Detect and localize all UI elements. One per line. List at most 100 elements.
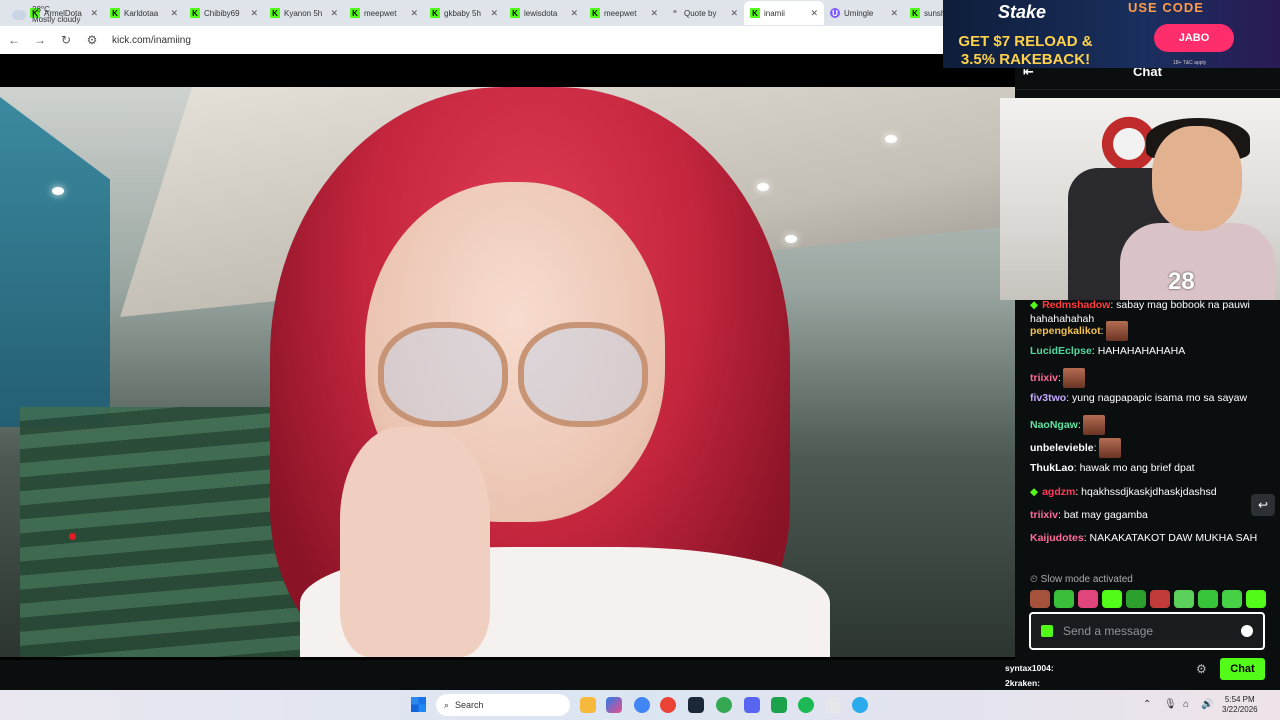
close-tab-icon[interactable]: ✕ (410, 8, 418, 19)
spotify-icon[interactable] (798, 697, 814, 713)
site-info-icon[interactable]: ⚙ (86, 33, 98, 47)
chat-settings-icon[interactable]: ⚙ (1196, 662, 1207, 676)
browser-tab[interactable]: Kinamii ✕ (744, 1, 824, 25)
discord-icon[interactable] (744, 697, 760, 713)
microphone-icon[interactable]: 🎙 (1164, 699, 1177, 710)
emote-icon[interactable] (1174, 590, 1194, 608)
chat-message: LucidEclpse: HAHAHAHAHAHA (1030, 344, 1275, 358)
jersey (1120, 223, 1275, 300)
tab-title: meepwet (604, 8, 637, 18)
emote-icon[interactable] (1078, 590, 1098, 608)
browser-tab[interactable]: Kmeepwet ✕ (344, 1, 424, 25)
clock-time: 5:54 PM (1224, 695, 1255, 704)
forward-icon[interactable]: → (34, 33, 46, 47)
chrome-icon[interactable] (716, 697, 732, 713)
chrome-icon[interactable] (634, 697, 650, 713)
close-tab-icon[interactable]: ✕ (730, 8, 738, 19)
back-icon[interactable]: ← (8, 33, 20, 47)
scroll-to-latest-button[interactable]: ↩ (1251, 494, 1275, 516)
chat-username[interactable]: pepengkalikot (1030, 325, 1101, 337)
calculator-icon[interactable] (825, 697, 841, 713)
chat-message: ThukLao: hawak mo ang brief dpat (1030, 461, 1275, 475)
browser-tab[interactable]: Klewisdota ✕ (504, 1, 584, 25)
close-tab-icon[interactable]: ✕ (250, 8, 258, 19)
slow-mode-notice: ⏲ Slow mode activated (1030, 574, 1133, 585)
volume-icon[interactable]: 🔊 (1201, 699, 1213, 710)
chat-input-placeholder[interactable]: Send a message (1063, 624, 1231, 638)
ceiling-light (785, 235, 797, 243)
browser-tab[interactable]: Kmeepwet ✕ (584, 1, 664, 25)
quick-emote-row (1030, 590, 1270, 610)
tray-overflow-icon[interactable]: ⌃ (1143, 699, 1151, 710)
url-field[interactable]: kick.com/inamiing (112, 35, 191, 46)
emoji-picker-icon[interactable] (1241, 625, 1253, 637)
emote-icon[interactable] (1102, 590, 1122, 608)
tab-title: Karldotaa (124, 8, 159, 18)
tab-title: Chibiby69 (204, 8, 240, 18)
address-bar: ← → ↻ ⚙ kick.com/inamiing (0, 26, 945, 54)
close-tab-icon[interactable]: ✕ (330, 8, 338, 19)
close-tab-icon[interactable]: ✕ (650, 8, 658, 19)
cloud-icon (12, 10, 26, 20)
ad-code-button[interactable]: JABO (1154, 24, 1234, 52)
chat-username[interactable]: Redmshadow (1042, 299, 1110, 311)
ceiling-light (757, 183, 769, 191)
weather-widget[interactable]: 28°C Mostly cloudy (12, 5, 80, 25)
chat-username[interactable]: triixiv (1030, 372, 1058, 384)
browser-tab[interactable]: K Karldotaa ✕ (104, 1, 184, 25)
mini-user-name: syntax1004 (1005, 663, 1051, 673)
chat-username[interactable]: Kaijudotes (1030, 532, 1084, 544)
app-icon[interactable] (771, 697, 787, 713)
chat-message: triixiv: (1030, 368, 1275, 388)
steam-icon[interactable] (688, 697, 704, 713)
chat-username[interactable]: unbelevieble (1030, 442, 1094, 454)
browser-tab[interactable]: “ Quote by ✕ (664, 1, 744, 25)
emote-icon[interactable] (1246, 590, 1266, 608)
stream-video[interactable] (0, 54, 1015, 660)
gift-icon[interactable] (1041, 625, 1053, 637)
chat-username[interactable]: LucidEclpse (1030, 345, 1092, 357)
browser-tab[interactable]: Ksunsh✕ (904, 1, 945, 25)
browser-tab[interactable]: K Chibiby69 ✕ (184, 1, 264, 25)
close-tab-icon[interactable]: ✕ (490, 8, 498, 19)
file-explorer-icon[interactable] (580, 697, 596, 713)
close-tab-icon[interactable]: ✕ (890, 8, 898, 19)
emote-icon[interactable] (1030, 590, 1050, 608)
taskbar-search[interactable]: ⌕ Search (436, 694, 570, 716)
chat-username[interactable]: fiv3two (1030, 392, 1066, 404)
copilot-icon[interactable] (606, 697, 622, 713)
mini-chat-line: syntax1004: (1005, 663, 1054, 673)
emote-icon[interactable] (1150, 590, 1170, 608)
tab-favicon-icon: “ (673, 8, 677, 18)
chat-username[interactable]: agdzm (1042, 486, 1075, 498)
browser-tab[interactable]: Kgkbaby 5h ✕ (424, 1, 504, 25)
emote-icon[interactable] (1222, 590, 1242, 608)
emote-icon[interactable] (1198, 590, 1218, 608)
browser-tab-bar: K ArmelDota ✕ K Karldotaa ✕ K Chibiby69 ✕ K Kyanon… (0, 0, 945, 26)
tab-title: lewisdota (524, 8, 558, 18)
chat-input[interactable]: Send a message (1029, 612, 1265, 650)
tab-title: Quote by (684, 8, 717, 18)
telegram-icon[interactable] (852, 697, 868, 713)
clock-date: 3/22/2026 (1222, 705, 1258, 714)
chrome-icon[interactable] (660, 697, 676, 713)
ceiling-light (885, 135, 897, 143)
reload-icon[interactable]: ↻ (60, 33, 72, 47)
emote-icon[interactable] (1054, 590, 1074, 608)
close-tab-icon[interactable]: ✕ (170, 8, 178, 19)
chat-username[interactable]: ThukLao (1030, 462, 1074, 474)
system-clock[interactable]: 5:54 PM 3/22/2026 (1222, 695, 1258, 715)
close-tab-icon[interactable]: ✕ (570, 8, 578, 19)
emote-icon[interactable] (1126, 590, 1146, 608)
close-tab-icon[interactable]: ✕ (810, 8, 818, 19)
chat-username[interactable]: NaoNgaw (1030, 419, 1078, 431)
chat-username[interactable]: triixiv (1030, 509, 1058, 521)
close-tab-icon[interactable]: ✕ (90, 8, 98, 19)
network-icon[interactable]: ⌂ (1183, 699, 1189, 710)
windows-start-icon[interactable] (411, 697, 426, 712)
browser-tab[interactable]: U Umingle ✕ (824, 1, 904, 25)
sponsor-ad-banner[interactable]: Stake GET $7 RELOAD & 3.5% RAKEBACK! USE… (943, 0, 1280, 68)
chat-message: triixiv: bat may gagamba (1030, 508, 1275, 522)
browser-tab[interactable]: K Kyanon 5h ✕ (264, 1, 344, 25)
send-chat-button[interactable]: Chat (1220, 658, 1265, 680)
